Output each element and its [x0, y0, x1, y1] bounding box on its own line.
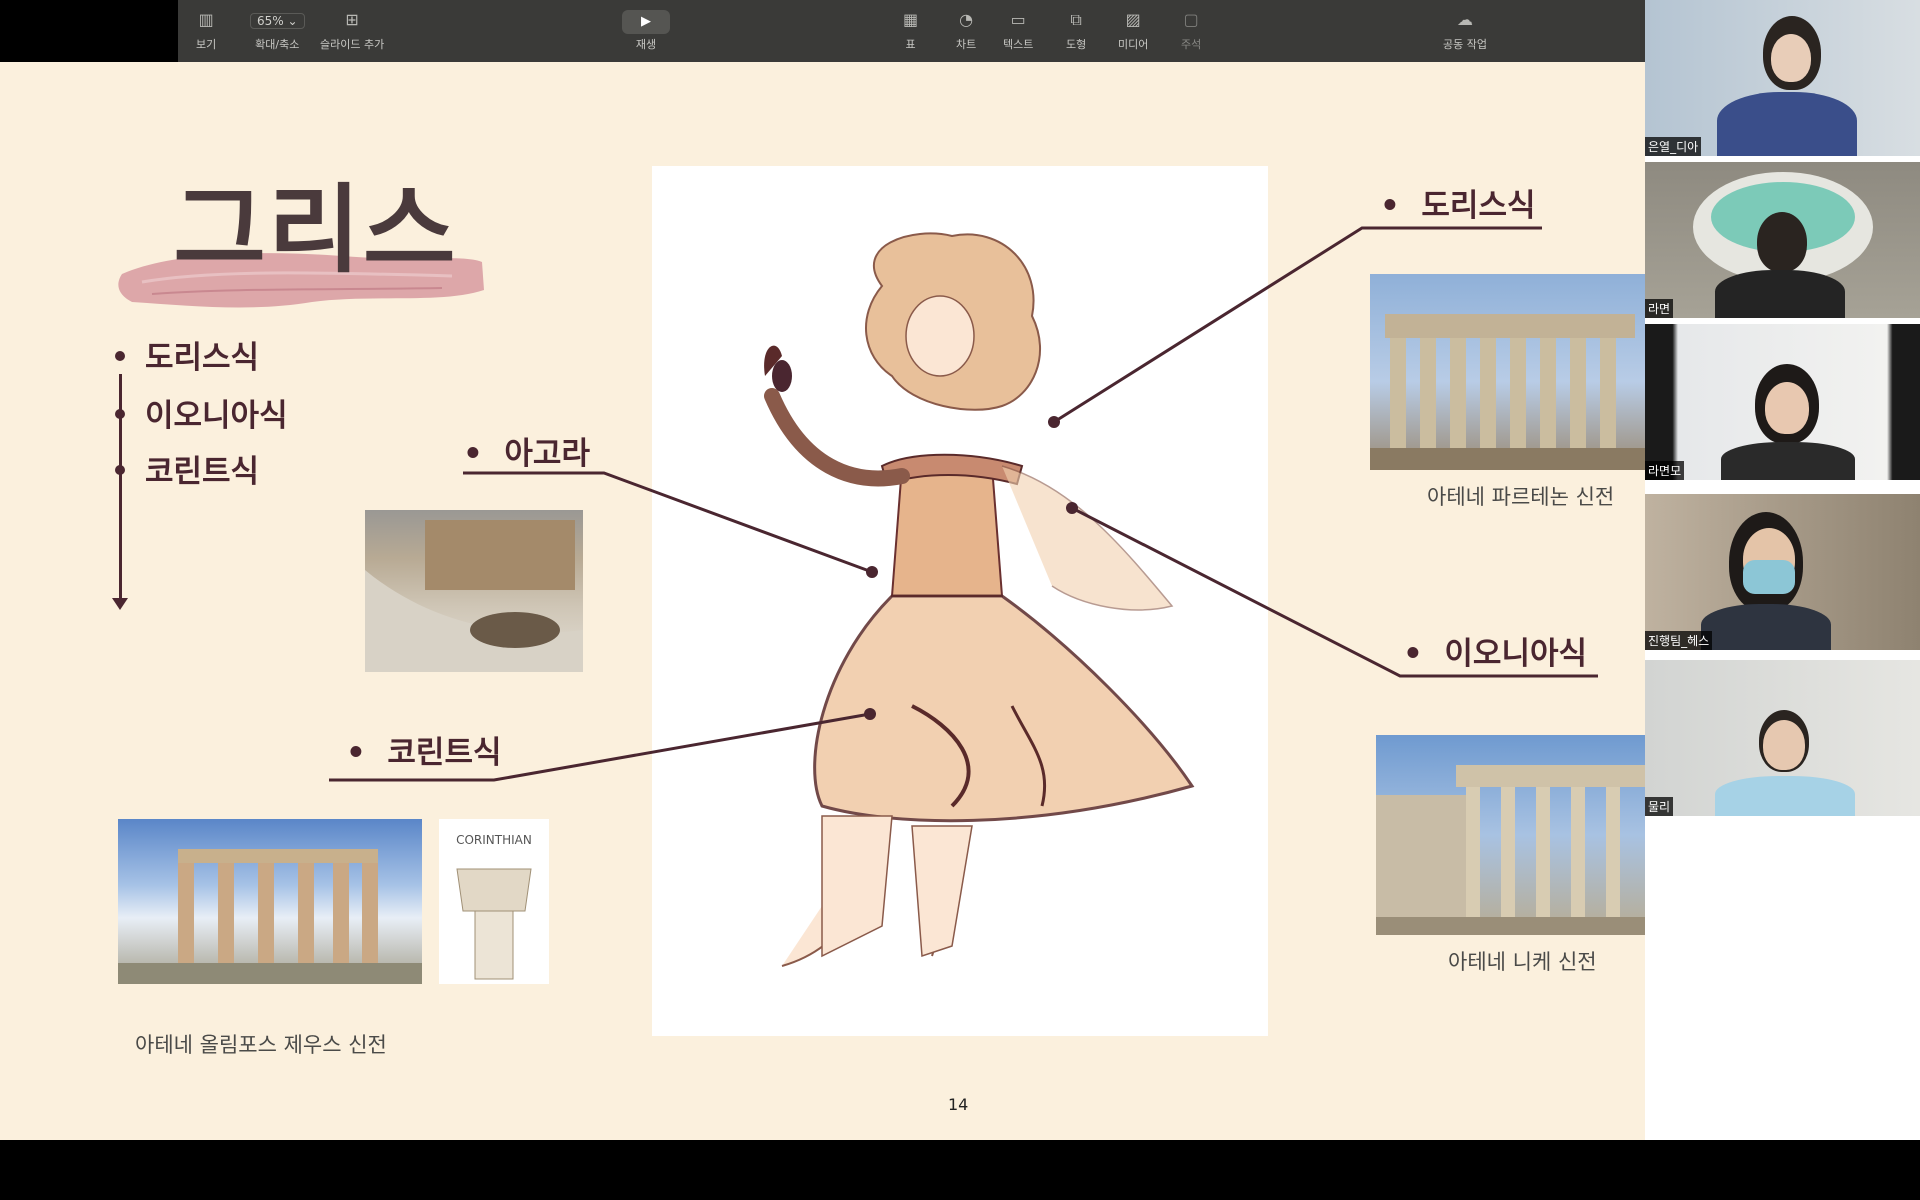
slide-page-number: 14 [948, 1095, 969, 1114]
table-icon: ▦ [903, 10, 919, 29]
collaborate-icon: ☁ [1456, 10, 1473, 29]
bottom-letterbox [0, 1140, 1920, 1200]
participant-tile[interactable]: 은열_디아 [1645, 0, 1920, 156]
label-corinthian: • 코린트식 [346, 735, 502, 771]
chart-icon: ◔ [959, 10, 974, 29]
participant-name: 진행팀_헤스 [1645, 631, 1713, 650]
add-slide-icon: ⊞ [345, 10, 359, 29]
participant-name: 라면모 [1645, 461, 1685, 480]
comment-button[interactable]: ▢ 주석 [1181, 10, 1201, 52]
participant-tile[interactable]: 라면 [1645, 162, 1920, 318]
participant-body [1721, 442, 1855, 480]
participant-face [1771, 34, 1811, 82]
add-slide-button[interactable]: ⊞ 슬라이드 추가 [320, 10, 384, 52]
play-button[interactable]: ▶ 재생 [622, 10, 670, 52]
participant-body [1715, 270, 1845, 318]
chart-button[interactable]: ◔ 차트 [956, 10, 976, 52]
collaborate-button[interactable]: ☁ 공동 작업 [1443, 10, 1487, 52]
face-mask-image [1743, 560, 1795, 594]
label-agora: • 아고라 [463, 436, 590, 472]
participant-face [1763, 720, 1805, 770]
participant-body [1717, 92, 1857, 156]
caption-parthenon: 아테네 파르테논 신전 [1427, 485, 1615, 509]
view-button[interactable]: ▥ 보기 [196, 10, 216, 52]
participant-name: 물리 [1645, 797, 1674, 816]
shape-button[interactable]: ⧉ 도형 [1066, 10, 1086, 52]
participant-body [1715, 776, 1855, 816]
text-icon: ▭ [1010, 10, 1026, 29]
sidebar-icon: ▥ [198, 10, 214, 29]
agora-photo [365, 510, 583, 672]
play-icon: ▶ [622, 10, 670, 34]
nike-temple-photo [1376, 735, 1645, 935]
participant-tile[interactable]: 라면모 [1645, 324, 1920, 480]
participant-face [1765, 382, 1809, 434]
zoom-select[interactable]: 65% ⌄ [250, 13, 305, 29]
label-doric: • 도리스식 [1380, 188, 1536, 224]
comment-icon: ▢ [1183, 10, 1199, 29]
table-button[interactable]: ▦ 표 [903, 10, 918, 52]
participant-face [1757, 212, 1807, 272]
participant-name: 은열_디아 [1645, 137, 1702, 156]
shape-icon: ⧉ [1070, 10, 1082, 29]
caption-nike: 아테네 니케 신전 [1448, 950, 1597, 974]
presentation-toolbar: ▥ 보기 65% ⌄ 확대/축소 ⊞ 슬라이드 추가 ▶ 재생 ▦ 표 ◔ 차트… [178, 0, 1645, 62]
zoom-control[interactable]: 65% ⌄ 확대/축소 [250, 10, 305, 52]
label-ionic: • 이오니아식 [1403, 636, 1588, 672]
participants-panel: 은열_디아 라면 라면모 진행팀_헤스 물리 [1645, 0, 1920, 1140]
corinthian-column-card: CORINTHIAN [439, 819, 549, 984]
slide-canvas: 그리스 도리스식 이오니아식 코린트식 • 도리스식 • 아고라 • 이오니아식… [0, 62, 1645, 1140]
participant-tile[interactable]: 물리 [1645, 660, 1920, 816]
parthenon-photo [1370, 274, 1645, 470]
participant-body [1701, 604, 1831, 650]
media-button[interactable]: ▨ 미디어 [1118, 10, 1148, 52]
participant-tile[interactable]: 진행팀_헤스 [1645, 494, 1920, 650]
participant-name: 라면 [1645, 299, 1674, 318]
media-icon: ▨ [1125, 10, 1141, 29]
text-button[interactable]: ▭ 텍스트 [1003, 10, 1033, 52]
zeus-temple-photo [118, 819, 422, 984]
caption-zeus: 아테네 올림포스 제우스 신전 [135, 1033, 387, 1057]
